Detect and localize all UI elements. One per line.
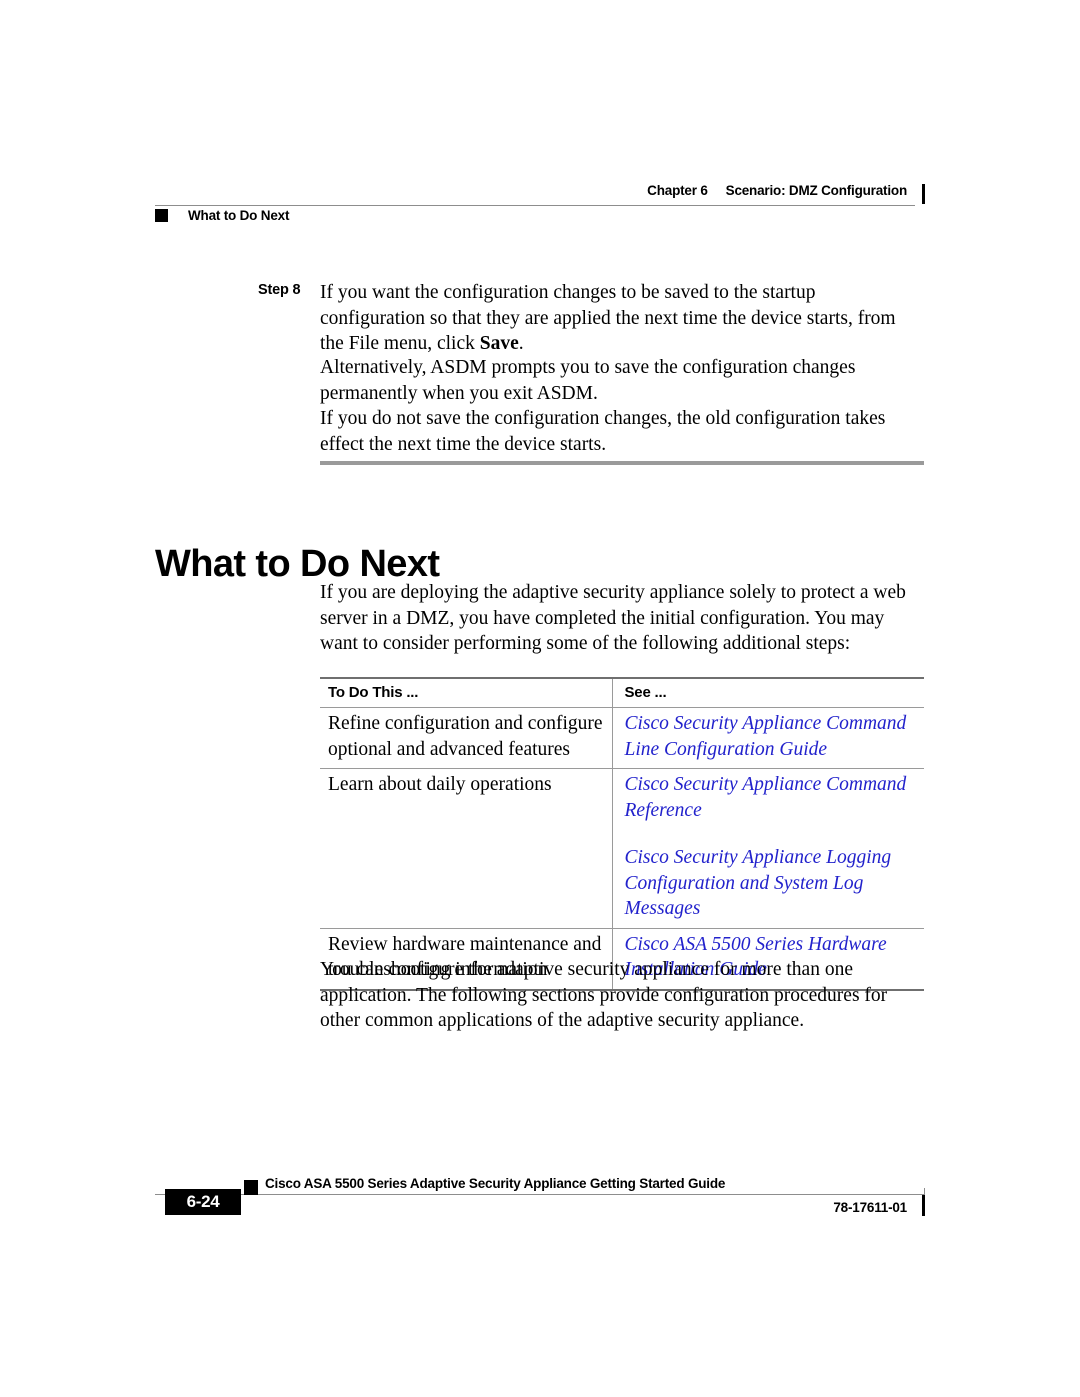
table-row: Learn about daily operations Cisco Secur… — [320, 768, 924, 929]
document-page: Chapter 6 Scenario: DMZ Configuration Wha… — [0, 0, 1080, 1397]
step-text-part2: . — [518, 333, 524, 354]
paragraph-not-saved: If you do not save the configuration cha… — [320, 408, 886, 455]
table-cell-references: Cisco Security Appliance Command Line Co… — [611, 707, 924, 769]
paragraph-intro: If you are deploying the adaptive securi… — [320, 582, 906, 654]
step-block: Step 8 If you want the configuration cha… — [258, 280, 924, 357]
reference-link[interactable]: Cisco Security Appliance Command Line Co… — [625, 711, 919, 762]
paragraph-closing: You can configure the adaptive security … — [320, 959, 888, 1031]
footer-divider — [155, 1194, 925, 1195]
header-chapter-info: Chapter 6 Scenario: DMZ Configuration — [647, 183, 907, 198]
footer-guide-title: Cisco ASA 5500 Series Adaptive Security … — [265, 1176, 726, 1191]
section-divider — [320, 461, 924, 465]
header-edge-marker — [922, 184, 925, 204]
reference-table: To Do This ... See ... Refine configurat… — [320, 677, 924, 991]
header-chapter-number: Chapter 6 — [647, 183, 708, 198]
step-label: Step 8 — [258, 282, 301, 298]
table-cell-task: Learn about daily operations — [320, 768, 612, 929]
table-cell-task: Refine configuration and configure optio… — [320, 707, 612, 769]
step-text-part1: If you want the configuration changes to… — [320, 282, 896, 354]
table-header-to-do-this: To Do This ... — [320, 677, 612, 708]
page-header: Chapter 6 Scenario: DMZ Configuration Wha… — [155, 183, 925, 228]
page-footer: 6-24 Cisco ASA 5500 Series Adaptive Secu… — [155, 1168, 925, 1228]
step-bold-term: Save — [479, 333, 519, 354]
footer-bullet-square-icon — [244, 1180, 258, 1195]
header-section-label: What to Do Next — [188, 208, 290, 223]
footer-rule-tick — [924, 1188, 925, 1195]
table-cell-references: Cisco Security Appliance Command Referen… — [611, 768, 924, 929]
table-header-row: To Do This ... See ... — [320, 677, 924, 708]
footer-page-number: 6-24 — [186, 1192, 220, 1211]
table-header-see: See ... — [611, 677, 924, 708]
header-divider — [155, 205, 915, 206]
reference-link[interactable]: Cisco Security Appliance Command Referen… — [625, 772, 919, 823]
reference-link[interactable]: Cisco Security Appliance Logging Configu… — [625, 845, 919, 922]
header-chapter-title: Scenario: DMZ Configuration — [725, 183, 908, 198]
header-bullet-square-icon — [155, 209, 168, 222]
footer-document-number: 78-17611-01 — [833, 1200, 907, 1215]
table-row: Refine configuration and configure optio… — [320, 707, 924, 769]
step-text: If you want the configuration changes to… — [320, 280, 924, 357]
footer-edge-marker — [922, 1195, 925, 1216]
paragraph-alternatively: Alternatively, ASDM prompts you to save … — [320, 357, 856, 404]
